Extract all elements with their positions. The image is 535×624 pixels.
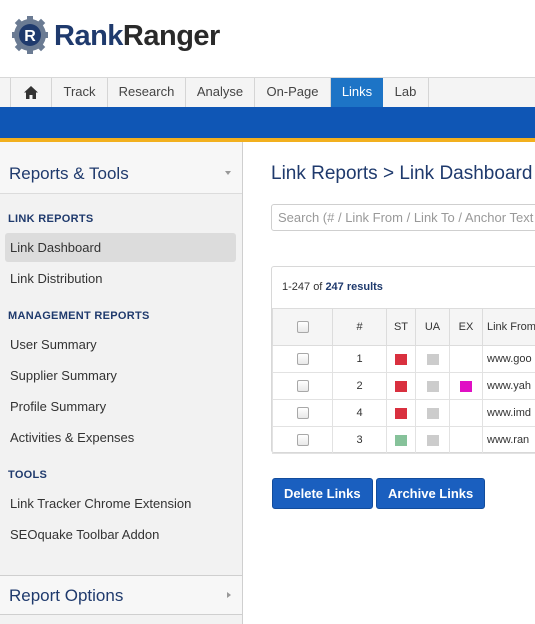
row-number: 4 (332, 399, 387, 427)
header: R RankRanger (0, 0, 535, 77)
sidebar-item-user-summary[interactable]: User Summary (5, 330, 236, 359)
sidebar: Reports & Tools LINK REPORTS Link Dashbo… (0, 142, 243, 624)
nav-analyse[interactable]: Analyse (186, 78, 255, 107)
table-row[interactable]: 4 www.imd (272, 399, 535, 427)
sidebar-item-supplier-summary[interactable]: Supplier Summary (5, 361, 236, 390)
rank-ranger-logo-icon[interactable]: R (12, 15, 48, 55)
row-checkbox[interactable] (296, 353, 309, 366)
row-select-cell (272, 426, 333, 454)
brand-part-rank: Rank (54, 20, 123, 52)
section-heading-management-reports: MANAGEMENT REPORTS (8, 310, 150, 322)
link-from-cell[interactable]: www.imd (482, 399, 535, 427)
row-number: 1 (332, 345, 387, 373)
col-number[interactable]: # (332, 308, 387, 346)
status-indicator-cell (386, 372, 416, 400)
ua-indicator-cell (415, 399, 450, 427)
sidebar-header[interactable]: Reports & Tools (0, 142, 242, 194)
links-table: # ST UA EX Link From 1 www.goo 2 www.yah 4 ww… (272, 308, 535, 454)
sidebar-title: Reports & Tools (9, 164, 129, 183)
sidebar-item-seoquake-addon[interactable]: SEOquake Toolbar Addon (5, 520, 236, 549)
link-from-cell[interactable]: www.ran (482, 426, 535, 454)
row-number: 3 (332, 426, 387, 454)
row-checkbox[interactable] (296, 380, 309, 393)
ex-indicator-cell (449, 399, 483, 427)
row-checkbox[interactable] (296, 407, 309, 420)
status-indicator (395, 407, 407, 419)
section-heading-tools: TOOLS (8, 469, 48, 481)
table-header-row: # ST UA EX Link From (272, 308, 535, 346)
status-indicator (395, 353, 407, 365)
nav-on-page[interactable]: On-Page (255, 78, 331, 107)
report-options-title: Report Options (9, 586, 124, 605)
sidebar-item-link-dashboard[interactable]: Link Dashboard (5, 233, 236, 262)
ua-indicator (426, 407, 439, 419)
delete-links-button[interactable]: Delete Links (272, 478, 373, 509)
search-input[interactable] (271, 204, 535, 231)
sidebar-item-link-tracker-extension[interactable]: Link Tracker Chrome Extension (5, 489, 236, 518)
brand-part-ranger: Ranger (122, 20, 220, 52)
section-heading-link-reports: LINK REPORTS (8, 213, 94, 225)
archive-links-button[interactable]: Archive Links (376, 478, 486, 509)
link-from-cell[interactable]: www.yah (482, 372, 535, 400)
sidebar-item-link-distribution[interactable]: Link Distribution (5, 264, 236, 293)
table-row[interactable]: 3 www.ran (272, 426, 535, 454)
status-indicator (395, 434, 407, 446)
select-all-checkbox[interactable] (296, 321, 309, 334)
chevron-down-icon (225, 171, 231, 175)
row-checkbox[interactable] (296, 434, 309, 447)
select-all-cell (272, 308, 333, 346)
ua-indicator (426, 353, 439, 365)
ua-indicator (426, 380, 439, 392)
ex-indicator-cell (449, 426, 483, 454)
main-nav: Track Research Analyse On-Page Links Lab (0, 77, 535, 107)
nav-links[interactable]: Links (331, 78, 383, 107)
chevron-right-icon (227, 592, 231, 598)
status-indicator (395, 380, 407, 392)
results-range: 1-247 of (282, 281, 323, 293)
ex-indicator (460, 380, 472, 392)
link-from-cell[interactable]: www.goo (482, 345, 535, 373)
status-indicator-cell (386, 399, 416, 427)
nav-lab[interactable]: Lab (383, 78, 429, 107)
col-status[interactable]: ST (386, 308, 416, 346)
row-number: 2 (332, 372, 387, 400)
table-row[interactable]: 2 www.yah (272, 372, 535, 400)
report-options-header[interactable]: Report Options (0, 575, 242, 615)
brand-wordmark[interactable]: RankRanger (54, 18, 220, 54)
results-count: 1-247 of 247 results (282, 281, 383, 293)
sidebar-item-activities-expenses[interactable]: Activities & Expenses (5, 423, 236, 452)
ex-indicator-cell (449, 345, 483, 373)
ua-indicator-cell (415, 372, 450, 400)
col-link-from[interactable]: Link From (482, 308, 535, 346)
sidebar-item-profile-summary[interactable]: Profile Summary (5, 392, 236, 421)
row-select-cell (272, 399, 333, 427)
col-ua[interactable]: UA (415, 308, 450, 346)
nav-home[interactable] (10, 78, 52, 107)
ua-indicator-cell (415, 345, 450, 373)
nav-research[interactable]: Research (108, 78, 186, 107)
ua-indicator (426, 434, 439, 446)
home-icon (24, 86, 38, 99)
row-select-cell (272, 345, 333, 373)
status-indicator-cell (386, 345, 416, 373)
svg-text:R: R (24, 28, 36, 45)
status-indicator-cell (386, 426, 416, 454)
col-ex[interactable]: EX (449, 308, 483, 346)
page-title: Link Reports > Link Dashboard (271, 163, 533, 184)
nav-track[interactable]: Track (52, 78, 108, 107)
results-total: 247 results (325, 281, 383, 293)
nav-subbar (0, 107, 535, 138)
table-row[interactable]: 1 www.goo (272, 345, 535, 373)
row-select-cell (272, 372, 333, 400)
ua-indicator-cell (415, 426, 450, 454)
ex-indicator-cell (449, 372, 483, 400)
results-panel: 1-247 of 247 results # ST UA EX Link Fro… (271, 266, 535, 454)
